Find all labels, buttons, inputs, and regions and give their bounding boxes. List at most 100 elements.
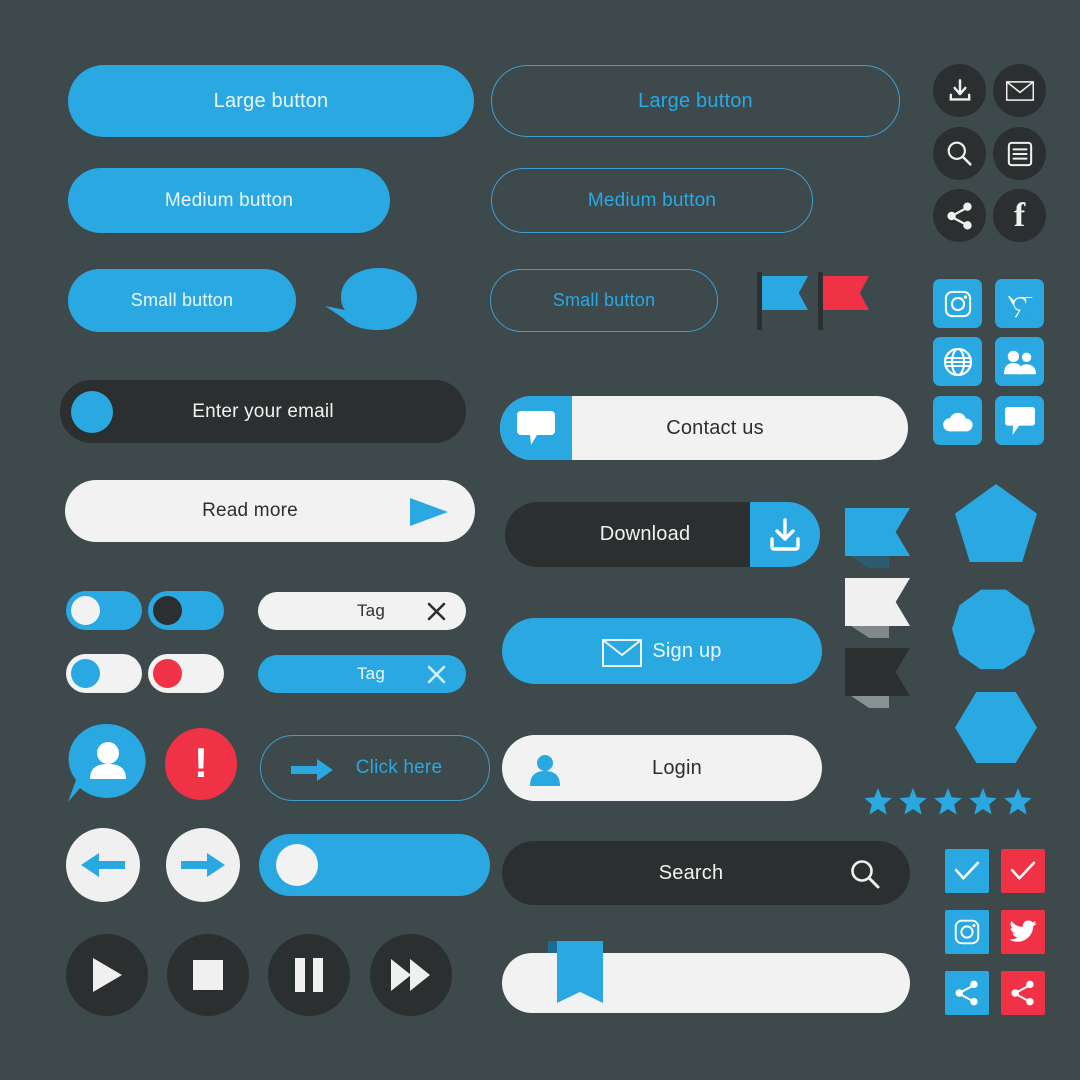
download-icon-panel[interactable] — [750, 502, 820, 567]
close-icon[interactable] — [427, 665, 446, 684]
search-placeholder: Search — [658, 861, 724, 884]
twitter-icon — [1009, 920, 1037, 942]
arrow-right-icon — [181, 852, 225, 878]
envelope-icon — [1005, 80, 1034, 101]
instagram-tile[interactable] — [933, 279, 982, 328]
click-here-button[interactable]: Click here — [260, 735, 490, 801]
progress-bar[interactable] — [502, 941, 910, 1013]
star-icon[interactable] — [934, 788, 962, 815]
blue-dot-avatar — [71, 391, 113, 433]
user-speech-bubble-icon[interactable] — [66, 722, 148, 804]
speech-bubble-shape[interactable] — [325, 266, 417, 336]
large-button-outline-label: Large button — [638, 89, 753, 112]
check-tile-red[interactable] — [1001, 849, 1045, 893]
small-button-outline-label: Small button — [552, 290, 656, 310]
twitter-tile-red[interactable] — [1001, 910, 1045, 954]
ui-kit-canvas: Large button Medium button Small button … — [0, 0, 1080, 1080]
chrome-icon — [1004, 289, 1035, 319]
cloud-upload-tile[interactable] — [933, 396, 982, 445]
flag-pole — [818, 272, 823, 330]
share-tile-blue[interactable] — [945, 971, 989, 1015]
stop-icon — [192, 959, 224, 991]
toggle-white-red-knob[interactable] — [148, 654, 224, 693]
ribbon-dark — [845, 648, 910, 708]
login-button[interactable]: Login — [502, 735, 822, 801]
flag-blue[interactable] — [757, 272, 809, 330]
large-button-filled[interactable]: Large button — [68, 65, 474, 137]
instagram-icon — [944, 290, 971, 317]
play-icon — [90, 956, 124, 994]
users-icon — [1003, 350, 1036, 374]
read-more-button[interactable]: Read more — [65, 480, 475, 542]
user-bubble-glyph — [68, 723, 146, 802]
download-button[interactable]: Download — [505, 502, 820, 567]
next-button[interactable] — [166, 828, 240, 902]
ribbon-blue — [845, 508, 910, 568]
large-button-filled-label: Large button — [213, 89, 329, 112]
arrow-right-icon — [291, 758, 333, 782]
check-tile-blue[interactable] — [945, 849, 989, 893]
octagon-shape — [952, 589, 1035, 670]
search-bar[interactable]: Search — [502, 841, 910, 905]
toggle-knob — [153, 659, 182, 688]
email-field[interactable]: Enter your email — [60, 380, 466, 443]
share-icon — [1011, 980, 1034, 1006]
users-tile[interactable] — [995, 337, 1044, 386]
list-icon — [1007, 141, 1032, 166]
hexagon-shape — [955, 692, 1037, 763]
star-icon[interactable] — [864, 788, 892, 815]
facebook-icon-button[interactable]: f — [993, 189, 1046, 242]
star-icon[interactable] — [969, 788, 997, 815]
download-icon — [770, 517, 800, 551]
pause-button[interactable] — [268, 934, 350, 1016]
search-icon[interactable] — [850, 859, 880, 889]
play-button[interactable] — [66, 934, 148, 1016]
slider-knob[interactable] — [276, 844, 318, 886]
medium-button-outline[interactable]: Medium button — [491, 168, 813, 233]
fast-forward-icon — [391, 958, 431, 992]
large-button-outline[interactable]: Large button — [491, 65, 900, 137]
sign-up-button[interactable]: Sign up — [502, 618, 822, 684]
play-triangle-icon — [408, 497, 450, 527]
toggle-blue-white-knob[interactable] — [66, 591, 142, 630]
chrome-tile[interactable] — [995, 279, 1044, 328]
close-icon[interactable] — [427, 602, 446, 621]
speech-bubble-icon — [325, 268, 417, 330]
chat-bubble-icon — [517, 411, 555, 445]
download-icon-button[interactable] — [933, 64, 986, 117]
share-icon-button[interactable] — [933, 189, 986, 242]
instagram-tile-blue[interactable] — [945, 910, 989, 954]
tag-light[interactable]: Tag — [258, 592, 466, 630]
slider-blue[interactable] — [259, 834, 490, 896]
pause-icon — [295, 958, 323, 992]
chat-bubble-tile[interactable] — [995, 396, 1044, 445]
medium-button-outline-label: Medium button — [587, 189, 717, 211]
envelope-icon-button[interactable] — [993, 64, 1046, 117]
fast-forward-button[interactable] — [370, 934, 452, 1016]
star-icon[interactable] — [1004, 788, 1032, 815]
share-tile-red[interactable] — [1001, 971, 1045, 1015]
rating-stars[interactable] — [864, 788, 1034, 816]
flag-red[interactable] — [818, 272, 870, 330]
alert-button[interactable]: ! — [165, 728, 237, 800]
small-button-outline[interactable]: Small button — [490, 269, 718, 332]
search-icon-button[interactable] — [933, 127, 986, 180]
read-more-label: Read more — [202, 500, 298, 521]
small-button-filled[interactable]: Small button — [68, 269, 296, 332]
star-icon[interactable] — [899, 788, 927, 815]
ribbon-body — [845, 508, 910, 556]
ribbon-white — [845, 578, 910, 638]
toggle-blue-dark-knob[interactable] — [148, 591, 224, 630]
medium-button-filled[interactable]: Medium button — [68, 168, 390, 233]
toggle-white-blue-knob[interactable] — [66, 654, 142, 693]
login-label: Login — [652, 756, 702, 779]
prev-button[interactable] — [66, 828, 140, 902]
toggle-knob — [153, 596, 182, 625]
globe-tile[interactable] — [933, 337, 982, 386]
list-icon-button[interactable] — [993, 127, 1046, 180]
stop-button[interactable] — [167, 934, 249, 1016]
ribbon-body — [845, 578, 910, 626]
contact-us-button[interactable]: Contact us — [500, 396, 908, 460]
tag-blue[interactable]: Tag — [258, 655, 466, 693]
click-here-label: Click here — [355, 757, 443, 778]
